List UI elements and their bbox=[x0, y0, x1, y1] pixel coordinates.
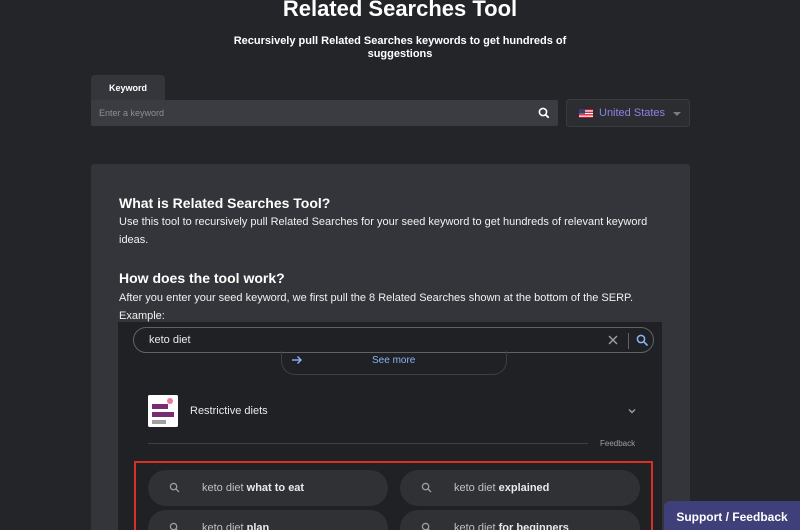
close-icon bbox=[608, 335, 618, 345]
diet-label: Restrictive diets bbox=[190, 405, 268, 417]
page-title: Related Searches Tool bbox=[282, 0, 518, 21]
see-more-label: See more bbox=[372, 355, 416, 366]
related-search-chip: keto diet plan bbox=[148, 510, 388, 530]
chip-text: keto diet for beginners bbox=[454, 522, 569, 530]
search-icon bbox=[421, 522, 430, 530]
serp-example-image: keto diet See more Restrictive diets Fee… bbox=[118, 322, 662, 530]
chevron-down-icon bbox=[628, 409, 636, 414]
tab-keyword[interactable]: Keyword bbox=[91, 75, 165, 101]
support-feedback-button[interactable]: Support / Feedback bbox=[664, 501, 800, 530]
related-search-chip: keto diet for beginners bbox=[400, 510, 640, 530]
related-search-chip: keto diet what to eat bbox=[148, 470, 388, 506]
chip-text: keto diet plan bbox=[202, 522, 270, 530]
chip-text: keto diet explained bbox=[454, 482, 550, 494]
keyword-input[interactable] bbox=[91, 100, 526, 126]
search-icon bbox=[169, 522, 178, 530]
dukan-diet-logo bbox=[148, 395, 178, 427]
search-icon bbox=[421, 482, 432, 493]
see-more-button: See more bbox=[281, 351, 507, 375]
restrictive-diets-row: Restrictive diets bbox=[148, 395, 638, 429]
related-search-chip: keto diet explained bbox=[400, 470, 640, 506]
how-heading: How does the tool work? bbox=[119, 270, 285, 286]
divider bbox=[628, 333, 629, 349]
divider bbox=[148, 443, 588, 444]
search-button[interactable] bbox=[534, 103, 554, 123]
google-search-box: keto diet bbox=[133, 327, 654, 353]
country-select[interactable]: United States bbox=[566, 99, 690, 127]
chevron-down-icon bbox=[673, 112, 681, 116]
keyword-search-bar bbox=[91, 100, 558, 126]
arrow-right-icon bbox=[292, 356, 302, 364]
us-flag-icon bbox=[579, 109, 593, 118]
what-heading: What is Related Searches Tool? bbox=[119, 195, 331, 211]
google-query: keto diet bbox=[149, 334, 191, 346]
how-text: After you enter your seed keyword, we fi… bbox=[119, 292, 634, 322]
country-label: United States bbox=[599, 107, 666, 119]
feedback-label: Feedback bbox=[600, 439, 636, 448]
search-icon bbox=[169, 482, 180, 493]
search-icon bbox=[538, 107, 550, 119]
search-icon bbox=[636, 334, 648, 346]
what-text: Use this tool to recursively pull Relate… bbox=[119, 216, 648, 246]
page-subtitle: Recursively pull Related Searches keywor… bbox=[233, 35, 567, 60]
chip-text: keto diet what to eat bbox=[202, 482, 305, 494]
